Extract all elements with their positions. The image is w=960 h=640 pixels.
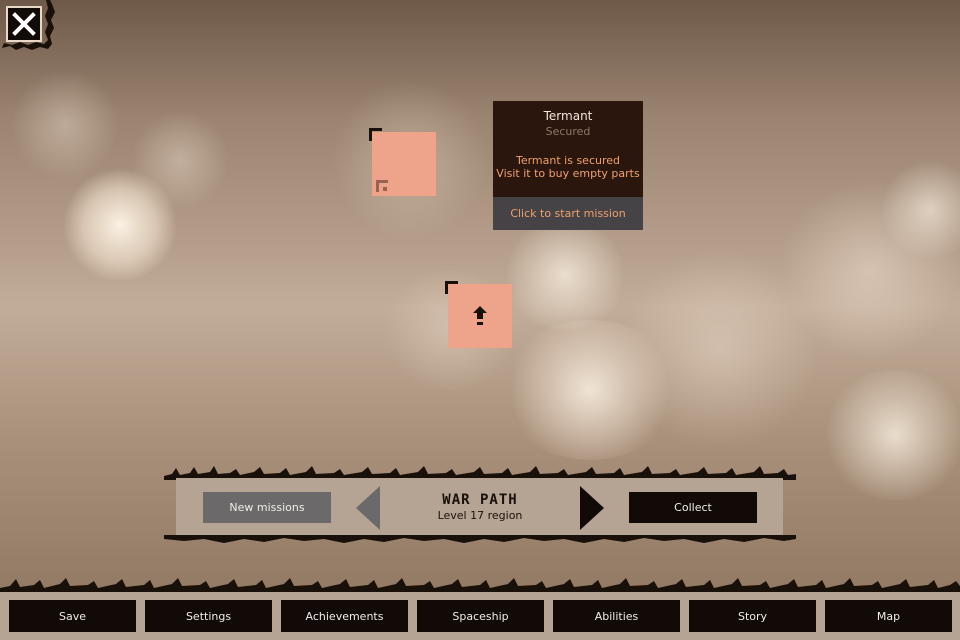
nav-spaceship-button[interactable]: Spaceship	[417, 600, 544, 632]
up-arrow-icon	[473, 306, 487, 325]
close-icon	[12, 12, 36, 36]
triangle-right-icon[interactable]	[580, 486, 604, 530]
new-missions-button[interactable]: New missions	[203, 492, 331, 523]
map-node-termant[interactable]	[372, 132, 436, 196]
corner-bracket-icon	[376, 180, 388, 192]
nav-settings-button[interactable]: Settings	[145, 600, 272, 632]
location-tooltip: Termant Secured Termant is secured Visit…	[493, 101, 643, 230]
nav-map-button[interactable]: Map	[825, 600, 952, 632]
tooltip-title: Termant	[543, 109, 593, 123]
start-mission-button[interactable]: Click to start mission	[493, 197, 643, 230]
tooltip-line-2: Visit it to buy empty parts	[496, 167, 640, 180]
nav-save-button[interactable]: Save	[9, 600, 136, 632]
region-subtitle: Level 17 region	[437, 509, 523, 522]
tooltip-line-1: Termant is secured	[515, 154, 621, 167]
region-title: WAR PATH	[442, 492, 518, 508]
close-button[interactable]	[6, 6, 42, 42]
nav-achievements-button[interactable]: Achievements	[281, 600, 408, 632]
triangle-left-icon[interactable]	[356, 486, 380, 530]
collect-button[interactable]: Collect	[629, 492, 757, 523]
tooltip-status: Secured	[545, 125, 591, 138]
nav-story-button[interactable]: Story	[689, 600, 816, 632]
nav-abilities-button[interactable]: Abilities	[553, 600, 680, 632]
map-node-upload[interactable]	[448, 284, 512, 348]
